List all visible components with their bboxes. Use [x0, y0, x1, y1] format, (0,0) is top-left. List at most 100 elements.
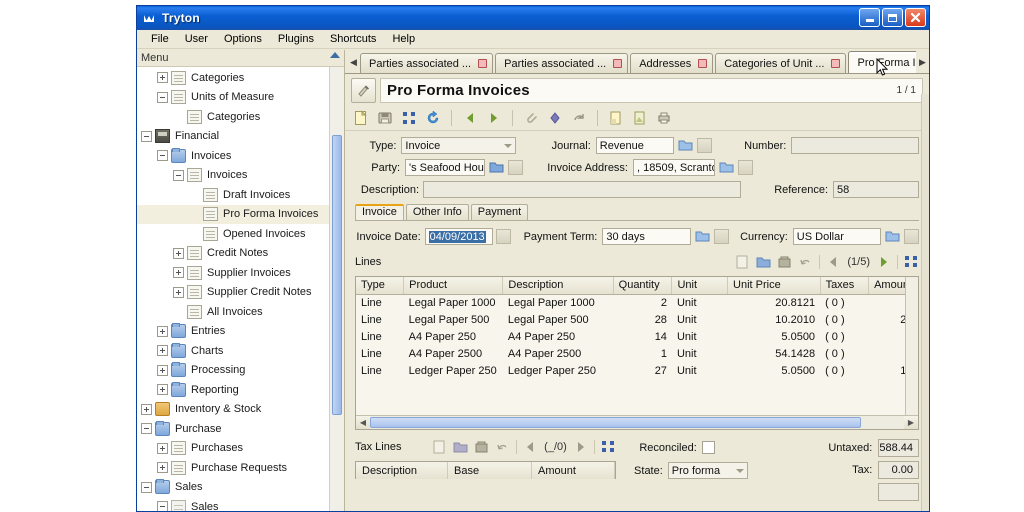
- right-edge-scrollbar[interactable]: [921, 94, 929, 511]
- lines-column-type[interactable]: Type: [356, 277, 405, 295]
- lines-previous-icon[interactable]: [826, 255, 841, 269]
- tree-expander-minus-icon[interactable]: [157, 150, 168, 162]
- sidebar-item-entries[interactable]: Entries: [137, 322, 344, 342]
- menu-shortcuts[interactable]: Shortcuts: [322, 31, 384, 47]
- tree-expander-plus-icon[interactable]: [157, 462, 168, 474]
- invoice-address-open-icon[interactable]: [718, 159, 735, 176]
- journal-field[interactable]: Revenue: [595, 137, 674, 154]
- invoice-address-field[interactable]: , 18509, Scranton: [633, 159, 715, 176]
- tab-2[interactable]: Parties associated ...: [495, 53, 629, 73]
- hscroll-thumb[interactable]: [370, 417, 862, 428]
- line-delete-icon[interactable]: [777, 255, 792, 269]
- reload-icon[interactable]: [425, 110, 441, 126]
- sidebar-item-supplier-credit-notes[interactable]: Supplier Credit Notes: [137, 283, 344, 303]
- tree-expander-plus-icon[interactable]: [173, 286, 184, 298]
- menu-file[interactable]: File: [143, 31, 177, 47]
- sidebar-item-pro-forma-invoices[interactable]: Pro Forma Invoices: [137, 204, 344, 224]
- tree-expander-plus-icon[interactable]: [157, 72, 168, 84]
- reconciled-checkbox[interactable]: [701, 441, 715, 454]
- menu-help[interactable]: Help: [384, 31, 423, 47]
- description-field[interactable]: [423, 181, 741, 198]
- tree-expander-minus-icon[interactable]: [141, 481, 152, 493]
- table-row[interactable]: Line Ledger Paper 250 Ledger Paper 250 27 Un…: [356, 362, 918, 379]
- previous-record-icon[interactable]: [462, 110, 478, 126]
- tax-undo-icon[interactable]: [495, 440, 510, 454]
- switch-view-icon[interactable]: [401, 110, 417, 126]
- currency-field[interactable]: US Dollar: [792, 228, 881, 245]
- sidebar-item-opened-invoices[interactable]: Opened Invoices: [137, 224, 344, 244]
- save-icon[interactable]: [377, 110, 393, 126]
- lines-vertical-scrollbar[interactable]: [905, 277, 918, 415]
- tab-5[interactable]: Pro Forma Invoices ...: [848, 51, 916, 73]
- lines-fullscreen-icon[interactable]: [904, 255, 919, 269]
- maximize-button[interactable]: [882, 8, 903, 27]
- new-icon[interactable]: [353, 109, 369, 126]
- state-select[interactable]: Pro forma: [667, 462, 748, 479]
- menu-plugins[interactable]: Plugins: [270, 31, 322, 47]
- lines-column-taxes[interactable]: Taxes: [820, 277, 870, 295]
- tax-open-icon[interactable]: [453, 440, 468, 454]
- sidebar-item-invoices[interactable]: Invoices: [137, 146, 344, 166]
- tab-4[interactable]: Categories of Unit ...: [715, 53, 847, 73]
- sidebar-item-categories[interactable]: Categories: [137, 107, 344, 127]
- party-open-icon[interactable]: [488, 159, 505, 176]
- tree-expander-plus-icon[interactable]: [141, 403, 152, 415]
- party-new-button[interactable]: [508, 160, 523, 175]
- sidebar-item-charts[interactable]: Charts: [137, 341, 344, 361]
- tax-fullscreen-icon[interactable]: [601, 440, 616, 454]
- tab-scroll-left-icon[interactable]: ◀: [347, 51, 360, 73]
- tax-delete-icon[interactable]: [474, 440, 489, 454]
- table-row[interactable]: Line Legal Paper 1000 Legal Paper 1000 2 Uni…: [356, 294, 918, 311]
- tab-scroll-right-icon[interactable]: ▶: [916, 51, 929, 73]
- tree-expander-plus-icon[interactable]: [157, 345, 168, 357]
- tax-lines-table[interactable]: Description Base Amount: [355, 461, 616, 479]
- tree-expander-plus-icon[interactable]: [157, 384, 168, 396]
- sidebar-item-invoices[interactable]: Invoices: [137, 166, 344, 186]
- next-record-icon[interactable]: [486, 110, 502, 126]
- sidebar-item-sales[interactable]: Sales: [137, 478, 344, 498]
- tab-close-icon[interactable]: [613, 59, 623, 68]
- line-new-icon[interactable]: [735, 255, 750, 269]
- journal-new-button[interactable]: [696, 138, 712, 153]
- sidebar-item-credit-notes[interactable]: Credit Notes: [137, 244, 344, 264]
- lines-column-description[interactable]: Description: [502, 277, 614, 295]
- payment-term-open-icon[interactable]: [694, 228, 711, 245]
- lines-horizontal-scrollbar[interactable]: ◀ ▶: [356, 415, 918, 429]
- tree-expander-plus-icon[interactable]: [157, 364, 168, 376]
- close-button[interactable]: [905, 8, 926, 27]
- tab-invoice[interactable]: Invoice: [355, 204, 404, 220]
- invoice-address-new-button[interactable]: [738, 160, 753, 175]
- sidebar-item-supplier-invoices[interactable]: Supplier Invoices: [137, 263, 344, 283]
- tree-expander-plus-icon[interactable]: [157, 442, 168, 454]
- tab-close-icon[interactable]: [831, 59, 841, 68]
- sidebar-item-purchase[interactable]: Purchase: [137, 419, 344, 439]
- hscroll-left-icon[interactable]: ◀: [356, 416, 370, 429]
- sidebar-item-reporting[interactable]: Reporting: [137, 380, 344, 400]
- tree-expander-minus-icon[interactable]: [141, 423, 152, 435]
- hscroll-right-icon[interactable]: ▶: [904, 416, 918, 429]
- type-select[interactable]: Invoice: [401, 137, 517, 154]
- currency-new-button[interactable]: [904, 229, 919, 244]
- tax-new-icon[interactable]: [432, 440, 447, 454]
- currency-open-icon[interactable]: [884, 228, 901, 245]
- minimize-button[interactable]: [859, 8, 880, 27]
- attach-icon[interactable]: [523, 110, 539, 126]
- collapse-arrow-icon[interactable]: [330, 52, 340, 58]
- invoice-date-field[interactable]: 04/09/2013: [424, 228, 493, 245]
- lines-column-quantity[interactable]: Quantity: [613, 277, 673, 295]
- tax-next-icon[interactable]: [573, 440, 588, 454]
- menu-user[interactable]: User: [177, 31, 216, 47]
- lines-column-unit-price[interactable]: Unit Price: [727, 277, 821, 295]
- tree-expander-minus-icon[interactable]: [173, 169, 184, 181]
- tree-expander-minus-icon[interactable]: [141, 130, 152, 142]
- export-icon[interactable]: [608, 110, 624, 126]
- number-field[interactable]: [791, 137, 919, 154]
- hscroll-track[interactable]: [370, 416, 904, 429]
- lines-column-product[interactable]: Product: [403, 277, 504, 295]
- action-icon[interactable]: [547, 110, 563, 126]
- tab-1[interactable]: Parties associated ...: [360, 53, 494, 73]
- party-field[interactable]: 's Seafood House: [405, 159, 485, 176]
- tree-expander-minus-icon[interactable]: [157, 91, 168, 103]
- sidebar-item-sales[interactable]: Sales: [137, 497, 344, 511]
- sidebar-scrollbar-thumb[interactable]: [332, 135, 342, 415]
